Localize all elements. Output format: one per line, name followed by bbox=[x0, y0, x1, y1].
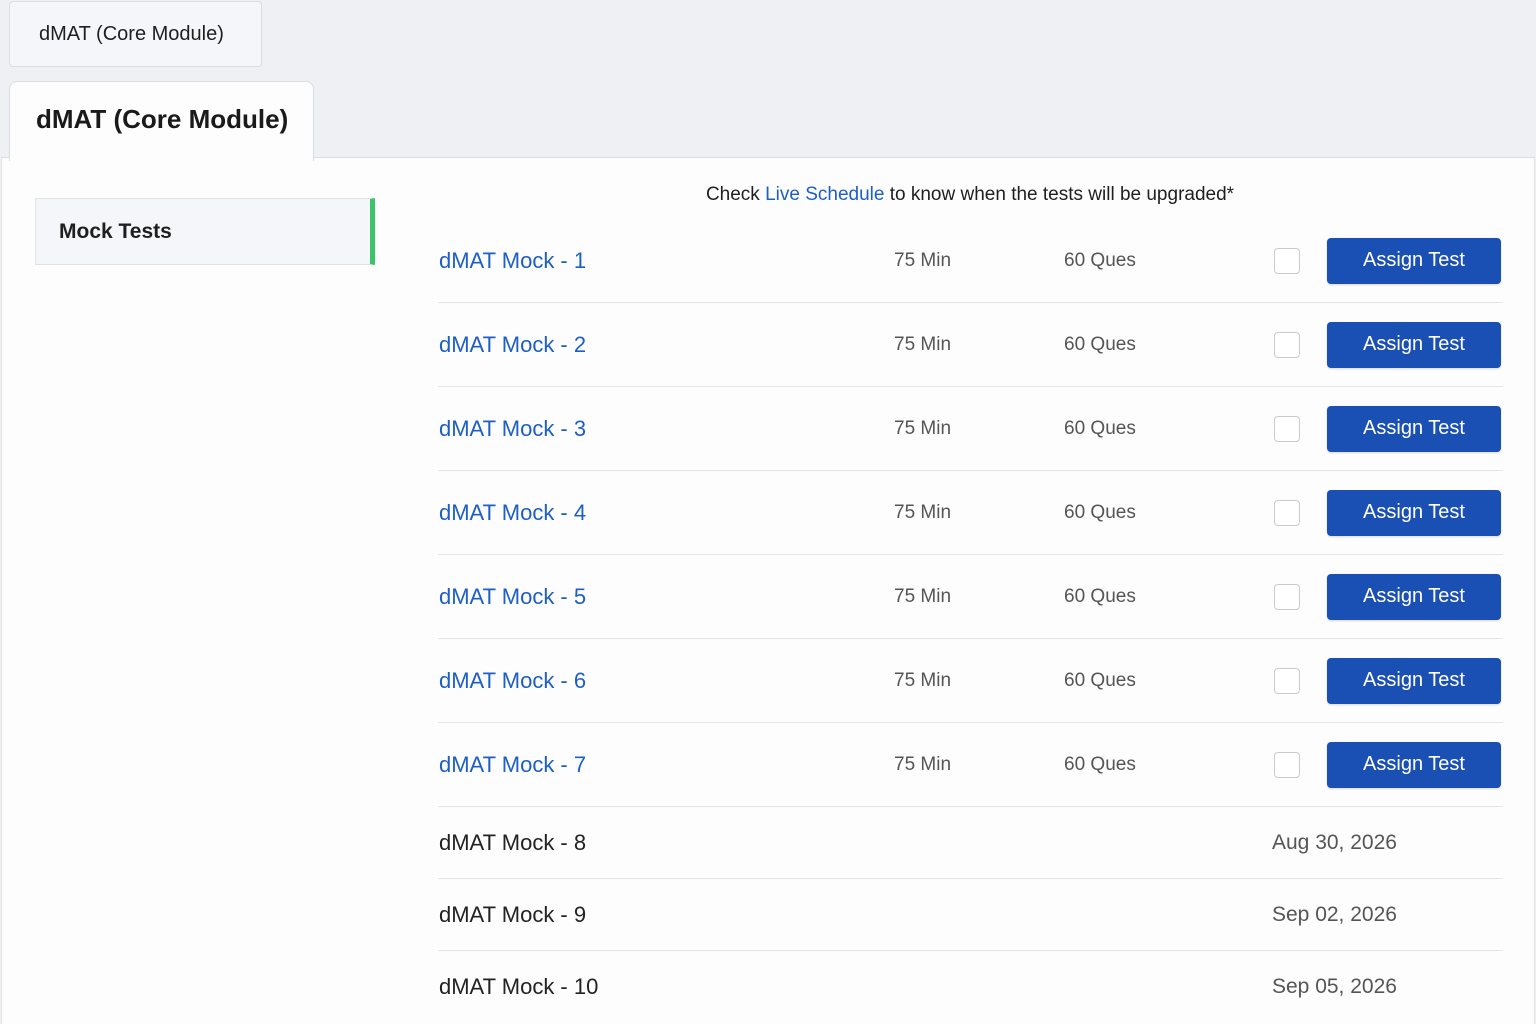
test-question-count: 60 Ques bbox=[1064, 333, 1136, 355]
test-select-checkbox[interactable] bbox=[1274, 247, 1300, 274]
test-name-link[interactable]: dMAT Mock - 5 bbox=[439, 584, 586, 610]
test-select-checkbox[interactable] bbox=[1274, 667, 1300, 694]
assign-test-button[interactable]: Assign Test bbox=[1327, 741, 1501, 788]
test-select-checkbox[interactable] bbox=[1274, 583, 1300, 610]
tab-dmat-core-module[interactable]: dMAT (Core Module) bbox=[9, 1, 262, 67]
test-duration: 75 Min bbox=[894, 753, 952, 775]
assign-test-button[interactable]: Assign Test bbox=[1327, 321, 1501, 368]
test-row: dMAT Mock - 7 75 Min 60 Ques Assign Test bbox=[438, 723, 1503, 807]
upcoming-test-row: dMAT Mock - 10 Sep 05, 2026 bbox=[438, 951, 1503, 1023]
test-list: dMAT Mock - 1 75 Min 60 Ques Assign Test… bbox=[438, 219, 1503, 1023]
upcoming-test-row: dMAT Mock - 9 Sep 02, 2026 bbox=[438, 879, 1503, 951]
assign-test-button[interactable]: Assign Test bbox=[1327, 489, 1501, 536]
upcoming-test-name: dMAT Mock - 8 bbox=[439, 829, 587, 855]
test-question-count: 60 Ques bbox=[1064, 669, 1136, 691]
tab-dmat-core-module-active[interactable]: dMAT (Core Module) bbox=[9, 81, 314, 161]
assign-test-button[interactable]: Assign Test bbox=[1327, 237, 1501, 284]
test-name-link[interactable]: dMAT Mock - 4 bbox=[439, 500, 586, 526]
test-duration: 75 Min bbox=[894, 669, 952, 691]
upcoming-test-date: Sep 05, 2026 bbox=[1272, 975, 1397, 998]
test-name-link[interactable]: dMAT Mock - 2 bbox=[439, 332, 586, 358]
assign-test-button[interactable]: Assign Test bbox=[1327, 405, 1501, 452]
test-duration: 75 Min bbox=[894, 501, 952, 523]
schedule-notice: Check Live Schedule to know when the tes… bbox=[438, 184, 1502, 206]
test-row: dMAT Mock - 6 75 Min 60 Ques Assign Test bbox=[438, 639, 1503, 723]
upcoming-test-name: dMAT Mock - 10 bbox=[439, 974, 599, 999]
test-row: dMAT Mock - 3 75 Min 60 Ques Assign Test bbox=[438, 387, 1503, 471]
test-name-link[interactable]: dMAT Mock - 3 bbox=[439, 416, 586, 442]
notice-prefix: Check bbox=[705, 184, 760, 205]
notice-suffix: to know when the tests will be upgraded* bbox=[889, 184, 1235, 205]
test-duration: 75 Min bbox=[894, 585, 952, 607]
test-question-count: 60 Ques bbox=[1064, 585, 1136, 607]
live-schedule-link[interactable]: Live Schedule bbox=[765, 184, 884, 205]
test-duration: 75 Min bbox=[894, 417, 952, 439]
assign-test-button[interactable]: Assign Test bbox=[1327, 573, 1501, 620]
test-select-checkbox[interactable] bbox=[1274, 499, 1300, 526]
test-row: dMAT Mock - 5 75 Min 60 Ques Assign Test bbox=[438, 555, 1503, 639]
content-panel: Mock Tests Check Live Schedule to know w… bbox=[1, 157, 1535, 1024]
test-select-checkbox[interactable] bbox=[1274, 415, 1300, 442]
test-question-count: 60 Ques bbox=[1064, 501, 1136, 523]
test-duration: 75 Min bbox=[894, 333, 952, 355]
test-question-count: 60 Ques bbox=[1064, 753, 1136, 775]
test-select-checkbox[interactable] bbox=[1274, 331, 1300, 358]
sidebar-item-mock-tests[interactable]: Mock Tests bbox=[35, 198, 375, 265]
test-name-link[interactable]: dMAT Mock - 7 bbox=[439, 752, 586, 778]
test-row: dMAT Mock - 4 75 Min 60 Ques Assign Test bbox=[438, 471, 1503, 555]
assign-test-button[interactable]: Assign Test bbox=[1327, 657, 1501, 704]
test-duration: 75 Min bbox=[894, 249, 952, 271]
test-name-link[interactable]: dMAT Mock - 6 bbox=[439, 668, 586, 694]
test-name-link[interactable]: dMAT Mock - 1 bbox=[439, 248, 586, 274]
sidebar-item-label: Mock Tests bbox=[59, 219, 172, 243]
test-question-count: 60 Ques bbox=[1064, 249, 1136, 271]
upcoming-test-name: dMAT Mock - 9 bbox=[439, 901, 587, 927]
upcoming-test-date: Sep 02, 2026 bbox=[1272, 902, 1397, 926]
test-row: dMAT Mock - 1 75 Min 60 Ques Assign Test bbox=[438, 219, 1503, 303]
upcoming-test-date: Aug 30, 2026 bbox=[1272, 830, 1397, 854]
test-question-count: 60 Ques bbox=[1064, 417, 1136, 439]
test-select-checkbox[interactable] bbox=[1274, 751, 1300, 778]
test-row: dMAT Mock - 2 75 Min 60 Ques Assign Test bbox=[438, 303, 1503, 387]
upcoming-test-row: dMAT Mock - 8 Aug 30, 2026 bbox=[438, 807, 1503, 879]
